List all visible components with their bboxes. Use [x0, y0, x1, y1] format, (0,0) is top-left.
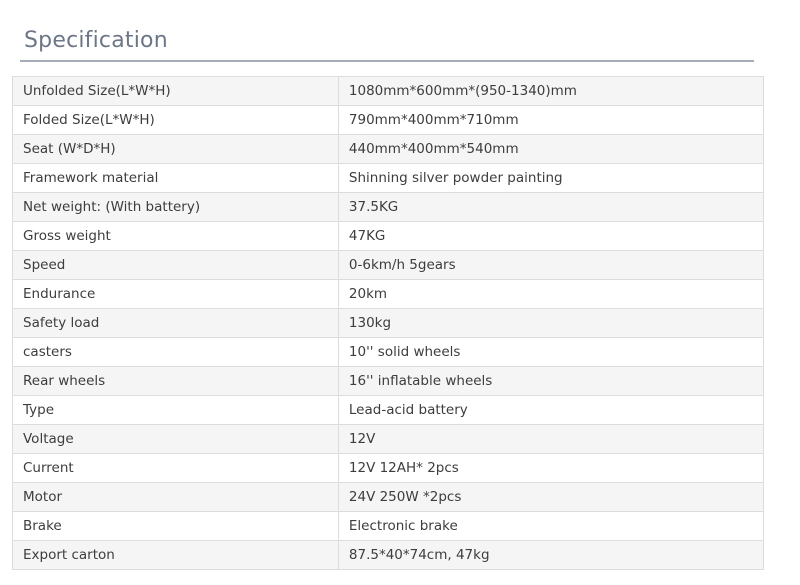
spec-value: 12V 12AH* 2pcs	[337, 453, 765, 483]
spec-value: 1080mm*600mm*(950-1340)mm	[337, 76, 765, 106]
spec-value: 790mm*400mm*710mm	[337, 105, 765, 135]
spec-label: Endurance	[12, 279, 339, 309]
spec-value: 10'' solid wheels	[337, 337, 765, 367]
spec-label: Safety load	[12, 308, 339, 338]
spec-value: 24V 250W *2pcs	[337, 482, 765, 512]
spec-value: 16'' inflatable wheels	[337, 366, 765, 396]
spec-value: 12V	[337, 424, 765, 454]
table-row: Net weight: (With battery) 37.5KG	[12, 192, 765, 222]
spec-label: Framework material	[12, 163, 339, 193]
table-row: Framework material Shinning silver powde…	[12, 163, 765, 193]
spec-label: Brake	[12, 511, 339, 541]
table-row: Brake Electronic brake	[12, 511, 765, 541]
spec-value: 37.5KG	[337, 192, 765, 222]
table-row: Voltage 12V	[12, 424, 765, 454]
spec-value: 20km	[337, 279, 765, 309]
spec-label: Export carton	[12, 540, 339, 570]
table-row: Current 12V 12AH* 2pcs	[12, 453, 765, 483]
table-row: Folded Size(L*W*H) 790mm*400mm*710mm	[12, 105, 765, 135]
table-row: Endurance 20km	[12, 279, 765, 309]
table-row: Export carton 87.5*40*74cm, 47kg	[12, 540, 765, 570]
section-title: Specification	[24, 28, 168, 53]
title-underline	[20, 60, 754, 62]
table-row: Speed 0-6km/h 5gears	[12, 250, 765, 280]
table-row: Unfolded Size(L*W*H) 1080mm*600mm*(950-1…	[12, 76, 765, 106]
spec-value: 440mm*400mm*540mm	[337, 134, 765, 164]
table-row: Motor 24V 250W *2pcs	[12, 482, 765, 512]
spec-value: 47KG	[337, 221, 765, 251]
spec-label: casters	[12, 337, 339, 367]
spec-label: Folded Size(L*W*H)	[12, 105, 339, 135]
table-row: Safety load 130kg	[12, 308, 765, 338]
spec-label: Type	[12, 395, 339, 425]
spec-value: Electronic brake	[337, 511, 765, 541]
spec-label: Motor	[12, 482, 339, 512]
table-row: Type Lead-acid battery	[12, 395, 765, 425]
spec-label: Net weight: (With battery)	[12, 192, 339, 222]
spec-label: Rear wheels	[12, 366, 339, 396]
spec-value: 130kg	[337, 308, 765, 338]
spec-value: 0-6km/h 5gears	[337, 250, 765, 280]
specification-table: Unfolded Size(L*W*H) 1080mm*600mm*(950-1…	[12, 76, 765, 570]
spec-label: Speed	[12, 250, 339, 280]
spec-value: Lead-acid battery	[337, 395, 765, 425]
table-row: Seat (W*D*H) 440mm*400mm*540mm	[12, 134, 765, 164]
table-row: Gross weight 47KG	[12, 221, 765, 251]
spec-value: Shinning silver powder painting	[337, 163, 765, 193]
spec-label: Current	[12, 453, 339, 483]
spec-label: Gross weight	[12, 221, 339, 251]
spec-label: Voltage	[12, 424, 339, 454]
spec-label: Unfolded Size(L*W*H)	[12, 76, 339, 106]
spec-value: 87.5*40*74cm, 47kg	[337, 540, 765, 570]
table-row: casters 10'' solid wheels	[12, 337, 765, 367]
table-row: Rear wheels 16'' inflatable wheels	[12, 366, 765, 396]
spec-label: Seat (W*D*H)	[12, 134, 339, 164]
